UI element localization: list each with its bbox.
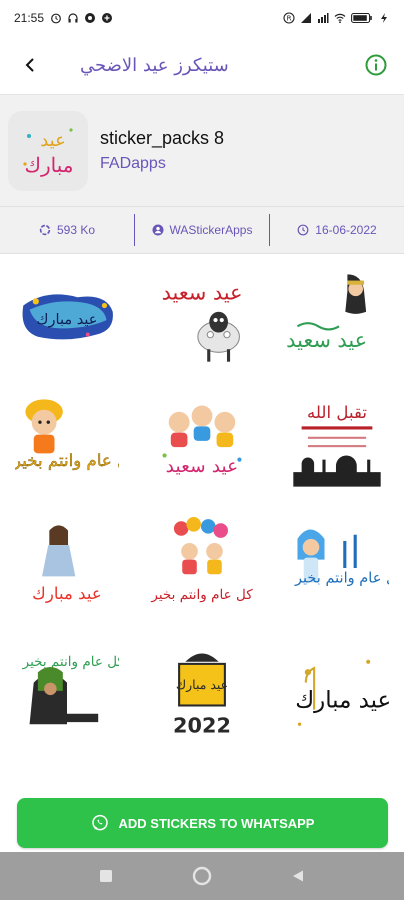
pack-size: 593 Ko: [0, 207, 134, 253]
sticker-text: عيد مبارك: [37, 311, 98, 328]
sticker-9[interactable]: كل عام وانتم بخير: [269, 505, 404, 630]
signal-icon: [301, 13, 311, 23]
sticker-text: عيد مبارك: [176, 676, 228, 691]
sticker-image: عيد سعيد: [162, 280, 243, 362]
sticker-8[interactable]: كل عام وانتم بخير: [135, 505, 270, 630]
info-icon: [365, 54, 387, 76]
sticker-7[interactable]: عيد مبارك: [0, 505, 135, 630]
sticker-5[interactable]: عيد سعيد: [135, 380, 270, 505]
sticker-image: تقبل الله: [292, 403, 381, 487]
app-icon-2: [102, 13, 113, 23]
sticker-12[interactable]: عيد مبارك: [269, 630, 404, 755]
sticker-text: عيد سعيد: [162, 280, 243, 304]
tray-sticker: عيد مبارك: [23, 127, 74, 177]
whatsapp-icon: [91, 814, 108, 831]
person-icon: [152, 224, 164, 236]
tray-image: عيد مبارك: [8, 110, 88, 191]
sticker-image: عيد سعيد: [286, 273, 367, 352]
sticker-text: كل عام وانتم بخير: [150, 587, 253, 603]
pack-size-value: 593 Ko: [56, 223, 96, 237]
back-button[interactable]: [14, 49, 46, 81]
add-to-whatsapp-button[interactable]: ADD STICKERS TO WHATSAPP: [17, 798, 388, 848]
tray-text-top: عيد: [40, 130, 66, 151]
pack-publisher: FADapps: [100, 155, 166, 172]
sticker-text: كل عام وانتم بخير: [15, 450, 119, 470]
square-icon: [100, 870, 112, 882]
pack-header: عيد مبارك sticker_packs 8 FADapps: [0, 94, 404, 206]
sticker-text: كل عام وانتم بخير: [22, 653, 119, 669]
nav-recents-button[interactable]: [94, 864, 118, 888]
svg-text:R: R: [287, 15, 292, 23]
sticker-image: عيد سعيد: [162, 405, 242, 477]
sticker-image: عيد مبارك: [295, 659, 389, 726]
size-icon: [39, 224, 51, 236]
sticker-4[interactable]: كل عام وانتم بخير: [0, 380, 135, 505]
sticker-text: كل عام وانتم بخير: [294, 569, 389, 586]
nav-home-button[interactable]: [190, 864, 214, 888]
sticker-6[interactable]: تقبل الله: [269, 380, 404, 505]
tray-text-bottom: مبارك: [25, 153, 74, 177]
page-title: ستيكرز عيد الاضحي: [80, 54, 229, 76]
chevron-left-icon: [25, 58, 34, 72]
sticker-text: عيد سعيد: [166, 456, 239, 477]
sticker-text: عيد مبارك: [32, 584, 102, 604]
clock-icon: [297, 224, 309, 236]
pack-author[interactable]: WAStickerApps: [134, 214, 269, 246]
charging-icon: [381, 13, 387, 23]
pack-date-value: 16-06-2022: [315, 223, 377, 237]
status-bar: 21:55 R: [0, 0, 404, 36]
status-time: 21:55: [14, 11, 45, 25]
sticker-image: عيد مبارك: [32, 524, 102, 604]
sticker-text: عيد سعيد: [286, 328, 367, 352]
sticker-image: كل عام وانتم بخير: [294, 529, 389, 586]
info-button[interactable]: [362, 51, 390, 79]
signal-icon-2: [318, 13, 329, 23]
triangle-back-icon: [293, 870, 303, 882]
pack-info-row: 593 Ko WAStickerApps 16-06-2022: [0, 206, 404, 254]
sticker-3[interactable]: عيد سعيد: [269, 255, 404, 380]
sticker-text: عيد مبارك: [295, 687, 389, 713]
add-button-label: ADD STICKERS TO WHATSAPP: [118, 815, 315, 831]
nav-back-button[interactable]: [286, 864, 310, 888]
pack-date: 16-06-2022: [269, 214, 404, 246]
alarm-icon: [51, 13, 61, 24]
sticker-11[interactable]: عيد مبارك 2022: [135, 630, 270, 755]
sticker-image: كل عام وانتم بخير: [22, 653, 119, 724]
battery-icon: [351, 12, 372, 24]
pack-author-value: WAStickerApps: [169, 223, 253, 237]
sticker-10[interactable]: كل عام وانتم بخير: [0, 630, 135, 755]
app-bar: ستيكرز عيد الاضحي: [0, 36, 404, 94]
sticker-image: كل عام وانتم بخير: [15, 398, 119, 471]
sticker-image: عيد مبارك: [22, 293, 114, 339]
system-nav-bar: [0, 852, 404, 900]
sticker-image: كل عام وانتم بخير: [150, 516, 253, 603]
registered-icon: R: [283, 12, 295, 24]
app-icon: [85, 13, 96, 23]
sticker-grid: عيد مبارك عيد سعيد عيد سعيد كل: [0, 255, 404, 755]
sticker-text: تقبل الله: [307, 403, 367, 422]
pack-name: sticker_packs 8: [100, 128, 225, 148]
sticker-1[interactable]: عيد مبارك: [0, 255, 135, 380]
headphones-icon: [68, 13, 78, 23]
sticker-image: عيد مبارك 2022: [173, 652, 231, 737]
wifi-icon: [334, 13, 346, 24]
sticker-2[interactable]: عيد سعيد: [135, 255, 270, 380]
sticker-year: 2022: [173, 713, 231, 737]
circle-icon: [192, 866, 212, 886]
